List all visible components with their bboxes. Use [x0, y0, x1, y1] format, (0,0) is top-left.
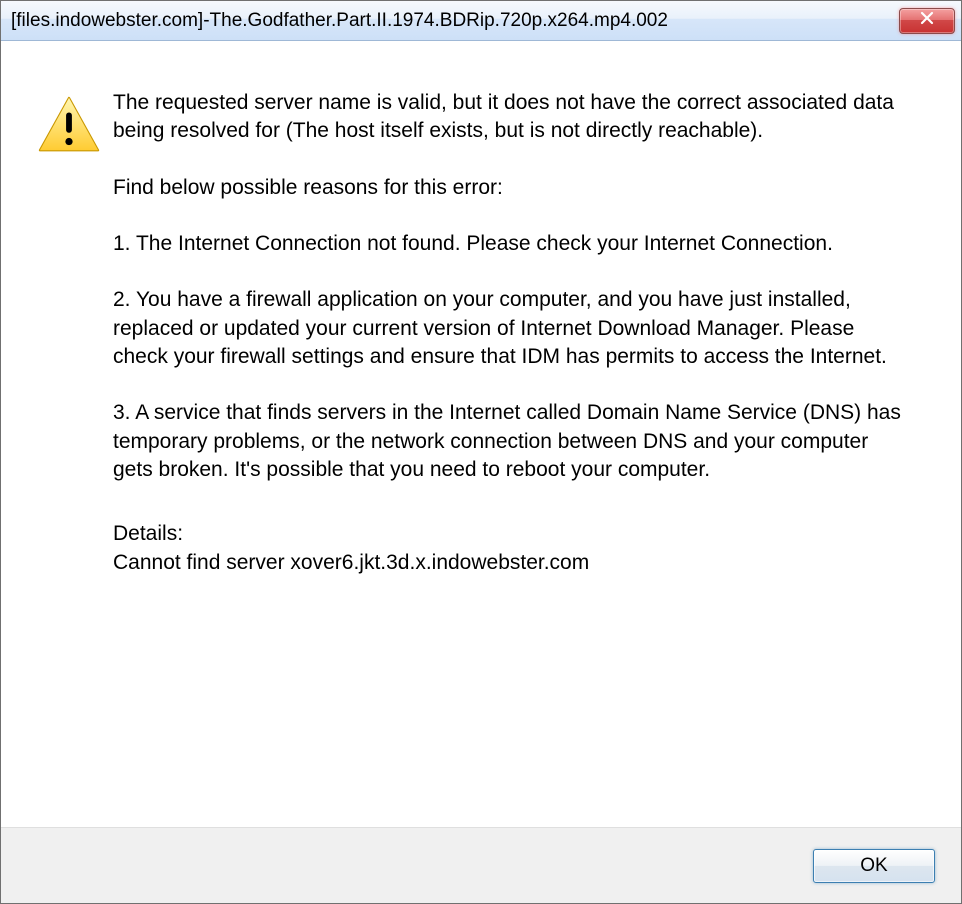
error-dialog: [files.indowebster.com]-The.Godfather.Pa… — [0, 0, 962, 904]
close-icon — [920, 11, 934, 30]
intro-text: The requested server name is valid, but … — [113, 89, 905, 146]
reason-1: 1. The Internet Connection not found. Pl… — [113, 230, 905, 258]
message-text: The requested server name is valid, but … — [101, 89, 925, 807]
ok-button-label: OK — [860, 855, 887, 877]
warning-icon — [37, 140, 101, 157]
details-text: Cannot find server xover6.jkt.3d.x.indow… — [113, 549, 905, 577]
close-button[interactable] — [899, 8, 955, 34]
details-section: Details: Cannot find server xover6.jkt.3… — [113, 520, 905, 577]
reasons-header: Find below possible reasons for this err… — [113, 174, 905, 202]
details-label: Details: — [113, 520, 905, 548]
icon-column — [37, 89, 101, 807]
titlebar: [files.indowebster.com]-The.Godfather.Pa… — [1, 1, 961, 41]
content-area: The requested server name is valid, but … — [1, 41, 961, 827]
reason-3: 3. A service that finds servers in the I… — [113, 399, 905, 484]
reason-2: 2. You have a firewall application on yo… — [113, 286, 905, 371]
window-title: [files.indowebster.com]-The.Godfather.Pa… — [11, 10, 668, 32]
ok-button[interactable]: OK — [813, 849, 935, 883]
button-area: OK — [1, 827, 961, 903]
